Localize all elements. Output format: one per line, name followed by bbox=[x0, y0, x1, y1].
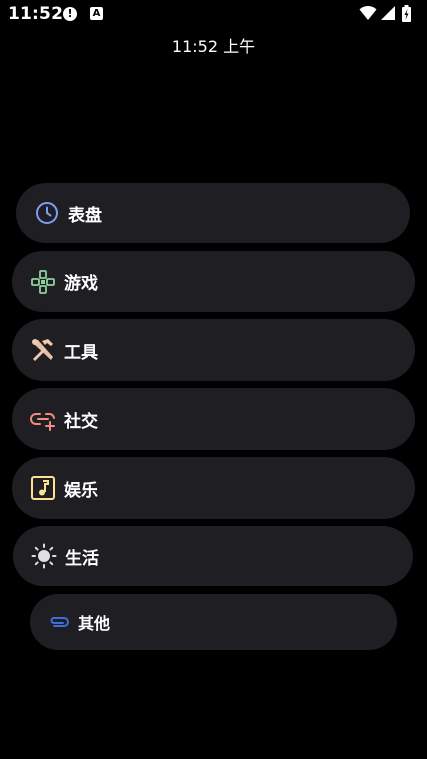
face-time: 11:52 上午 bbox=[171, 37, 256, 56]
category-label: 娱乐 bbox=[64, 480, 98, 501]
gamepad-icon bbox=[30, 269, 56, 295]
tools-icon bbox=[30, 337, 56, 363]
category-tools[interactable]: 工具 bbox=[12, 319, 415, 381]
category-life[interactable]: 生活 bbox=[13, 526, 413, 586]
signal-icon bbox=[381, 6, 395, 20]
link-add-icon bbox=[30, 406, 56, 432]
paperclip-icon bbox=[46, 609, 72, 635]
alert-icon: ! bbox=[63, 7, 77, 21]
category-games[interactable]: 游戏 bbox=[12, 251, 415, 312]
wifi-icon bbox=[359, 5, 377, 20]
category-watchface[interactable]: 表盘 bbox=[16, 183, 410, 243]
status-time: 11:52 bbox=[8, 4, 64, 24]
category-label: 工具 bbox=[64, 342, 98, 363]
category-label: 其他 bbox=[78, 614, 111, 633]
a-icon: A bbox=[90, 7, 103, 20]
status-bar: 11:52 ! A bbox=[0, 0, 427, 30]
category-label: 生活 bbox=[65, 548, 99, 569]
category-other[interactable]: 其他 bbox=[30, 594, 397, 650]
music-note-icon bbox=[30, 475, 56, 501]
status-icons bbox=[359, 5, 419, 23]
battery-icon bbox=[402, 5, 411, 22]
category-entertainment[interactable]: 娱乐 bbox=[12, 457, 415, 519]
category-label: 社交 bbox=[64, 411, 98, 432]
category-social[interactable]: 社交 bbox=[12, 388, 415, 450]
category-label: 游戏 bbox=[64, 274, 98, 294]
category-label: 表盘 bbox=[68, 205, 102, 226]
clock-icon bbox=[34, 200, 60, 226]
sun-icon bbox=[31, 543, 57, 569]
